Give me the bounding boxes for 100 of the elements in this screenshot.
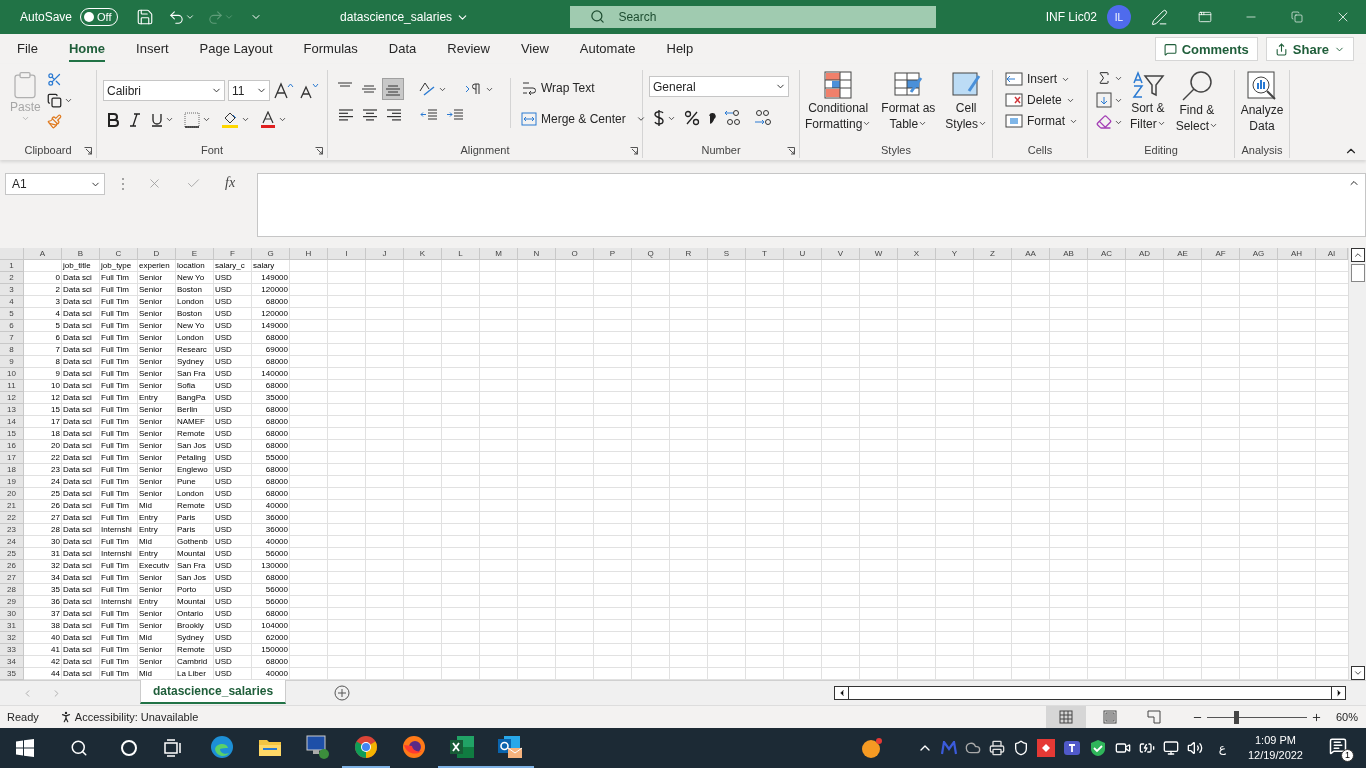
currency-icon[interactable]: [653, 109, 665, 127]
column-header[interactable]: S: [708, 248, 746, 260]
menu-tab[interactable]: Insert: [136, 36, 169, 62]
column-header[interactable]: H: [290, 248, 328, 260]
text-direction-icon[interactable]: [465, 82, 483, 96]
network-icon[interactable]: [1162, 740, 1179, 756]
row-header[interactable]: 4: [0, 296, 24, 308]
row-header[interactable]: 27: [0, 572, 24, 584]
row-header[interactable]: 15: [0, 428, 24, 440]
column-header[interactable]: W: [860, 248, 898, 260]
wrap-text-button[interactable]: Wrap Text: [519, 78, 648, 98]
column-header[interactable]: AG: [1240, 248, 1278, 260]
add-sheet-icon[interactable]: [334, 685, 351, 701]
row-header[interactable]: 9: [0, 356, 24, 368]
search-icon[interactable]: [70, 739, 88, 757]
share-button[interactable]: Share: [1265, 37, 1354, 61]
row-header[interactable]: 20: [0, 488, 24, 500]
menu-tab[interactable]: Data: [388, 36, 417, 62]
row-header[interactable]: 16: [0, 440, 24, 452]
scroll-up-button[interactable]: [1350, 248, 1365, 262]
column-header[interactable]: C: [100, 248, 138, 260]
row-header[interactable]: 32: [0, 632, 24, 644]
row-header[interactable]: 7: [0, 332, 24, 344]
cut-icon[interactable]: [46, 72, 62, 87]
language-indicator[interactable]: ع: [1218, 741, 1226, 755]
printer-icon[interactable]: [988, 740, 1005, 756]
font-color-icon[interactable]: [260, 111, 276, 128]
decrease-decimal-icon[interactable]: [752, 109, 772, 127]
diamond-app-icon[interactable]: [1036, 739, 1055, 757]
row-header[interactable]: 17: [0, 452, 24, 464]
editing-button[interactable]: Sort & Filter: [1127, 70, 1169, 132]
menu-tab[interactable]: File: [17, 36, 38, 62]
scroll-down-button[interactable]: [1350, 666, 1365, 680]
dialog-launcher-icon[interactable]: [787, 147, 795, 155]
zoom-thumb[interactable]: [1233, 710, 1239, 724]
underline-icon[interactable]: [151, 112, 163, 127]
column-header[interactable]: AI: [1316, 248, 1348, 260]
column-header[interactable]: AD: [1126, 248, 1164, 260]
menu-tab[interactable]: View: [520, 36, 549, 62]
row-header[interactable]: 2: [0, 272, 24, 284]
row-header[interactable]: 18: [0, 464, 24, 476]
row-header[interactable]: 12: [0, 392, 24, 404]
column-header[interactable]: F: [214, 248, 252, 260]
column-header[interactable]: P: [594, 248, 632, 260]
menu-tab[interactable]: Review: [447, 36, 490, 62]
column-header[interactable]: I: [328, 248, 366, 260]
zoom-in-icon[interactable]: [1310, 711, 1322, 723]
row-header[interactable]: 29: [0, 596, 24, 608]
camera-icon[interactable]: [1114, 740, 1131, 756]
menu-tab[interactable]: Home: [68, 36, 106, 62]
column-header[interactable]: O: [556, 248, 594, 260]
column-header[interactable]: AF: [1202, 248, 1240, 260]
grow-font-icon[interactable]: [273, 81, 295, 100]
volume-icon[interactable]: [1186, 740, 1203, 756]
comments-button[interactable]: Comments: [1154, 37, 1258, 61]
column-header[interactable]: AC: [1088, 248, 1126, 260]
menu-tab[interactable]: Automate: [579, 36, 636, 62]
align-left-icon[interactable]: [338, 108, 354, 122]
row-header[interactable]: 26: [0, 560, 24, 572]
column-header[interactable]: J: [366, 248, 404, 260]
column-header[interactable]: K: [404, 248, 442, 260]
dialog-launcher-icon[interactable]: [630, 147, 638, 155]
cells-button[interactable]: Format: [1003, 112, 1080, 130]
formula-input[interactable]: [257, 173, 1366, 237]
column-header[interactable]: Z: [974, 248, 1012, 260]
horizontal-scrollbar[interactable]: [834, 686, 1346, 700]
check-shield-icon[interactable]: [1088, 739, 1107, 757]
sheet-tab[interactable]: datascience_salaries: [140, 680, 287, 704]
row-header[interactable]: 23: [0, 524, 24, 536]
save-icon[interactable]: [136, 8, 155, 26]
borders-icon[interactable]: [184, 111, 200, 128]
copy-icon[interactable]: [46, 93, 62, 108]
caret-icon[interactable]: [202, 115, 211, 124]
circle-icon[interactable]: [120, 739, 138, 757]
column-header[interactable]: U: [784, 248, 822, 260]
analyze-data-button[interactable]: Analyze Data: [1237, 70, 1287, 134]
row-header[interactable]: 8: [0, 344, 24, 356]
caret-icon[interactable]: [165, 115, 174, 124]
percent-icon[interactable]: [684, 110, 700, 126]
row-header[interactable]: 21: [0, 500, 24, 512]
dialog-launcher-icon[interactable]: [84, 147, 92, 155]
italic-icon[interactable]: [129, 112, 141, 127]
search-field[interactable]: Search: [570, 6, 937, 28]
format-painter-icon[interactable]: [46, 114, 62, 129]
increase-indent-icon[interactable]: [446, 108, 464, 122]
bold-icon[interactable]: [107, 112, 119, 127]
styles-button[interactable]: Conditional Formatting: [801, 70, 875, 132]
font-name-dropdown[interactable]: Calibri: [103, 80, 225, 101]
notification-button[interactable]: 1: [1327, 734, 1354, 762]
column-header[interactable]: AE: [1164, 248, 1202, 260]
row-header[interactable]: 28: [0, 584, 24, 596]
comma-icon[interactable]: [708, 111, 716, 125]
styles-button[interactable]: Cell Styles: [942, 70, 991, 132]
row-header[interactable]: 31: [0, 620, 24, 632]
teams-icon[interactable]: [1062, 739, 1081, 757]
styles-button[interactable]: Format as Table: [878, 70, 939, 132]
row-header[interactable]: 6: [0, 320, 24, 332]
menu-tab[interactable]: Page Layout: [199, 36, 273, 62]
fill-down-icon[interactable]: [1096, 92, 1112, 108]
column-header[interactable]: X: [898, 248, 936, 260]
